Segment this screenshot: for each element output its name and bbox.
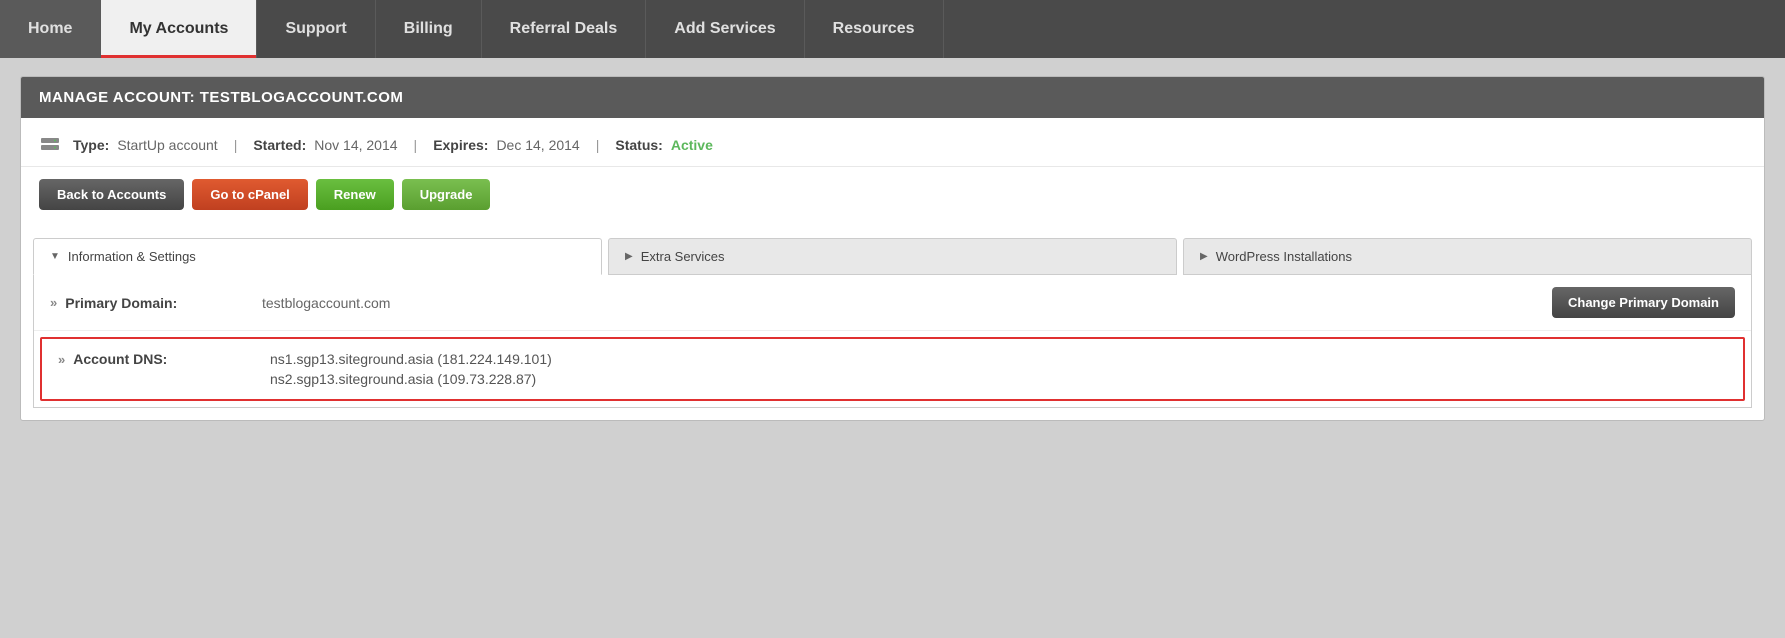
dns-value-1: ns1.sgp13.siteground.asia (181.224.149.1… — [270, 351, 552, 367]
section-tabs: ▼ Information & Settings ▶ Extra Service… — [33, 238, 1752, 275]
tab-extra-services-label: Extra Services — [641, 249, 725, 264]
nav-tab-my-accounts[interactable]: My Accounts — [101, 0, 257, 58]
primary-domain-label-section: » Primary Domain: — [50, 295, 250, 311]
tab-info-settings-arrow: ▼ — [50, 251, 60, 262]
dns-label: Account DNS: — [73, 351, 167, 367]
dns-values: ns1.sgp13.siteground.asia (181.224.149.1… — [270, 351, 552, 387]
tab-wordpress-label: WordPress Installations — [1216, 249, 1352, 264]
primary-domain-value: testblogaccount.com — [262, 295, 1540, 311]
tab-wordpress-installations[interactable]: ▶ WordPress Installations — [1183, 238, 1752, 275]
info-content: » Primary Domain: testblogaccount.com Ch… — [33, 275, 1752, 408]
separator-1: | — [234, 137, 238, 153]
back-to-accounts-button[interactable]: Back to Accounts — [39, 179, 184, 210]
upgrade-button[interactable]: Upgrade — [402, 179, 491, 210]
status-value: Active — [671, 137, 713, 153]
tab-info-settings[interactable]: ▼ Information & Settings — [33, 238, 602, 275]
primary-domain-row: » Primary Domain: testblogaccount.com Ch… — [34, 275, 1751, 331]
nav-tab-billing[interactable]: Billing — [376, 0, 482, 58]
nav-tab-home[interactable]: Home — [0, 0, 101, 58]
expires-label: Expires: — [433, 137, 488, 153]
separator-2: | — [414, 137, 418, 153]
dns-label-section: » Account DNS: — [58, 351, 258, 367]
primary-domain-label: Primary Domain: — [65, 295, 177, 311]
renew-button[interactable]: Renew — [316, 179, 394, 210]
go-to-cpanel-button[interactable]: Go to cPanel — [192, 179, 307, 210]
server-icon — [39, 134, 61, 156]
dns-arrow-icon: » — [58, 352, 65, 367]
started-value: Nov 14, 2014 — [314, 137, 397, 153]
primary-domain-arrow-icon: » — [50, 295, 57, 310]
change-primary-domain-button[interactable]: Change Primary Domain — [1552, 287, 1735, 318]
expires-value: Dec 14, 2014 — [496, 137, 579, 153]
main-content: MANAGE ACCOUNT: TESTBLOGACCOUNT.COM Type… — [0, 58, 1785, 638]
type-value: StartUp account — [117, 137, 217, 153]
separator-3: | — [596, 137, 600, 153]
nav-tab-support[interactable]: Support — [257, 0, 375, 58]
started-label: Started: — [253, 137, 306, 153]
tab-info-settings-label: Information & Settings — [68, 249, 196, 264]
nav-tab-referral-deals[interactable]: Referral Deals — [482, 0, 647, 58]
action-buttons-row: Back to Accounts Go to cPanel Renew Upgr… — [21, 167, 1764, 226]
nav-tab-resources[interactable]: Resources — [805, 0, 944, 58]
dns-value-2: ns2.sgp13.siteground.asia (109.73.228.87… — [270, 371, 552, 387]
nav-tab-add-services[interactable]: Add Services — [646, 0, 804, 58]
account-info-row: Type: StartUp account | Started: Nov 14,… — [21, 118, 1764, 167]
tab-extra-services-arrow: ▶ — [625, 251, 633, 262]
type-label: Type: — [73, 137, 109, 153]
status-label: Status: — [615, 137, 662, 153]
tab-extra-services[interactable]: ▶ Extra Services — [608, 238, 1177, 275]
top-navigation: Home My Accounts Support Billing Referra… — [0, 0, 1785, 58]
manage-account-header: MANAGE ACCOUNT: TESTBLOGACCOUNT.COM — [21, 77, 1764, 118]
account-dns-row: » Account DNS: ns1.sgp13.siteground.asia… — [40, 337, 1745, 401]
tab-wordpress-arrow: ▶ — [1200, 251, 1208, 262]
manage-account-panel: MANAGE ACCOUNT: TESTBLOGACCOUNT.COM Type… — [20, 76, 1765, 421]
